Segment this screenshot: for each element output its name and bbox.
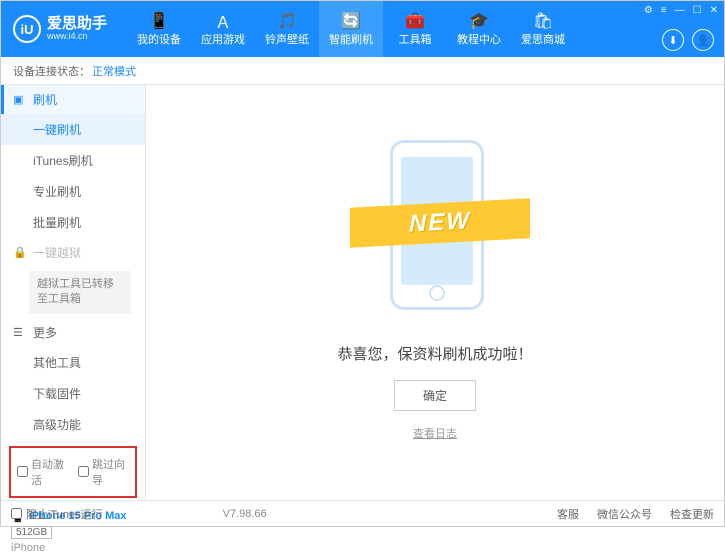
nav-item-0[interactable]: 📱我的设备 — [127, 1, 191, 57]
ok-button[interactable]: 确定 — [394, 380, 476, 411]
checkbox-label: 自动激活 — [31, 456, 68, 488]
logo-icon: iU — [13, 15, 41, 43]
lock-icon: 🔒 — [13, 246, 27, 259]
sidebar-header-jailbreak[interactable]: 🔒 一键越狱 — [1, 238, 145, 267]
settings-icon[interactable]: ⚙ — [644, 5, 653, 16]
device-type: iPhone — [11, 542, 135, 554]
sidebar-header-label: 一键越狱 — [33, 244, 81, 261]
nav-icon: 🛍 — [533, 11, 553, 31]
sidebar-header-label: 刷机 — [33, 91, 57, 108]
sidebar-item[interactable]: 其他工具 — [1, 347, 145, 378]
auto-activate-checkbox[interactable]: 自动激活 — [17, 456, 68, 488]
nav-item-1[interactable]: Ａ应用游戏 — [191, 1, 255, 57]
nav-icon: Ａ — [215, 11, 231, 31]
user-button[interactable]: 👤 — [692, 29, 714, 51]
footer-link-support[interactable]: 客服 — [557, 506, 579, 522]
nav-label: 应用游戏 — [201, 31, 245, 47]
nav-label: 工具箱 — [399, 31, 432, 47]
device-storage: 512GB — [11, 526, 52, 539]
nav-label: 智能刷机 — [329, 31, 373, 47]
download-button[interactable]: ⬇ — [662, 29, 684, 51]
options-box: 自动激活 跳过向导 — [9, 446, 137, 498]
status-value: 正常模式 — [92, 63, 136, 79]
window-controls: ⚙ ≡ — ☐ ✕ — [644, 5, 718, 16]
app-logo: iU 爱思助手 www.i4.cn — [1, 15, 119, 43]
version-text: V7.98.66 — [223, 508, 267, 520]
minimize-icon[interactable]: — — [675, 5, 685, 16]
sidebar-item[interactable]: 一键刷机 — [1, 114, 145, 145]
nav-icon: 📱 — [149, 11, 169, 31]
nav-item-6[interactable]: 🛍爱思商城 — [511, 1, 575, 57]
app-title: 爱思助手 — [47, 16, 107, 33]
skip-guide-checkbox[interactable]: 跳过向导 — [78, 456, 129, 488]
nav-icon: 🧰 — [405, 11, 425, 31]
maximize-icon[interactable]: ☐ — [693, 5, 702, 16]
nav-label: 教程中心 — [457, 31, 501, 47]
ribbon-text: NEW — [409, 207, 471, 238]
sidebar-item[interactable]: 批量刷机 — [1, 207, 145, 238]
more-icon: ☰ — [13, 326, 27, 339]
nav-icon: 🔄 — [341, 11, 361, 31]
view-log-link[interactable]: 查看日志 — [413, 425, 457, 441]
sidebar-header-label: 更多 — [33, 324, 57, 341]
success-message: 恭喜您，保资料刷机成功啦！ — [337, 343, 532, 364]
nav-label: 铃声壁纸 — [265, 31, 309, 47]
sidebar-item[interactable]: iTunes刷机 — [1, 145, 145, 176]
sidebar-item[interactable]: 专业刷机 — [1, 176, 145, 207]
nav-icon: 🎵 — [277, 11, 297, 31]
nav-icon: 🎓 — [469, 11, 489, 31]
nav-item-4[interactable]: 🧰工具箱 — [383, 1, 447, 57]
nav-item-3[interactable]: 🔄智能刷机 — [319, 1, 383, 57]
sidebar-header-more[interactable]: ☰ 更多 — [1, 318, 145, 347]
success-illustration: NEW — [360, 125, 510, 325]
nav-label: 爱思商城 — [521, 31, 565, 47]
checkbox-label: 跳过向导 — [92, 456, 129, 488]
nav-label: 我的设备 — [137, 31, 181, 47]
new-ribbon: NEW — [350, 198, 530, 247]
checkbox-label: 阻止iTunes运行 — [26, 506, 103, 522]
menu-icon[interactable]: ≡ — [661, 5, 667, 16]
block-itunes-checkbox[interactable]: 阻止iTunes运行 — [11, 506, 103, 522]
flash-icon: ▣ — [13, 93, 27, 106]
close-icon[interactable]: ✕ — [710, 5, 718, 16]
sidebar-item[interactable]: 高级功能 — [1, 409, 145, 440]
nav-item-2[interactable]: 🎵铃声壁纸 — [255, 1, 319, 57]
status-label: 设备连接状态： — [13, 63, 90, 79]
sidebar-header-flash[interactable]: ▣ 刷机 — [1, 85, 145, 114]
jailbreak-note: 越狱工具已转移至工具箱 — [29, 271, 131, 314]
footer-link-wechat[interactable]: 微信公众号 — [597, 506, 652, 522]
app-url: www.i4.cn — [47, 32, 107, 42]
nav-item-5[interactable]: 🎓教程中心 — [447, 1, 511, 57]
footer-link-update[interactable]: 检查更新 — [670, 506, 714, 522]
sidebar-item[interactable]: 下载固件 — [1, 378, 145, 409]
